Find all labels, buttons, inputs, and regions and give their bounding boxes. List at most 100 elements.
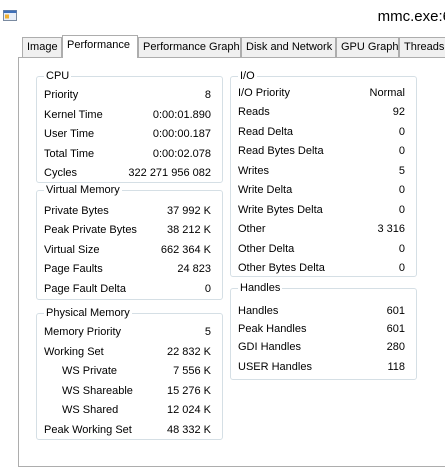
- row-value: 280: [386, 341, 405, 353]
- cpu-row-cycles: Cycles 322 271 956 082: [37, 166, 222, 180]
- row-label: User Time: [44, 128, 95, 140]
- row-value: 7 556 K: [173, 365, 211, 377]
- row-label: Virtual Size: [44, 244, 100, 256]
- io-row-other: Other 3 316: [231, 222, 416, 236]
- vm-row-private-bytes: Private Bytes 37 992 K: [37, 204, 222, 218]
- row-label: Cycles: [44, 167, 78, 179]
- io-row-other-bytes-delta: Other Bytes Delta 0: [231, 261, 416, 275]
- row-label: Working Set: [44, 346, 104, 358]
- pm-row-memory-priority: Memory Priority 5: [37, 325, 222, 339]
- vm-row-page-faults: Page Faults 24 823: [37, 262, 222, 276]
- row-label: WS Shareable: [62, 385, 133, 397]
- cpu-row-user-time: User Time 0:00:00.187: [37, 127, 222, 141]
- io-group-title: I/O: [238, 70, 257, 83]
- physical-memory-group: Physical Memory Memory Priority 5 Workin…: [36, 307, 223, 440]
- tab-image[interactable]: Image: [22, 37, 62, 57]
- tab-performance[interactable]: Performance: [62, 35, 138, 58]
- io-row-reads: Reads 92: [231, 105, 416, 119]
- row-label: WS Shared: [62, 404, 119, 416]
- row-label: I/O Priority: [238, 87, 290, 99]
- handles-row-peak-handles: Peak Handles 601: [231, 322, 416, 336]
- row-value: 22 832 K: [166, 346, 211, 358]
- pm-row-ws-private: WS Private 7 556 K: [37, 364, 222, 378]
- virtual-memory-group: Virtual Memory Private Bytes 37 992 K Pe…: [36, 184, 223, 300]
- row-label: Priority: [44, 89, 79, 101]
- io-row-writes: Writes 5: [231, 164, 416, 178]
- row-value: 0:00:00.187: [152, 128, 211, 140]
- pm-row-ws-shared: WS Shared 12 024 K: [37, 403, 222, 417]
- row-value: 0: [398, 204, 405, 216]
- handles-group-title: Handles: [238, 282, 283, 295]
- pm-row-peak-working-set: Peak Working Set 48 332 K: [37, 423, 222, 437]
- window-title: mmc.exe:6: [377, 8, 445, 25]
- row-value: 92: [392, 106, 405, 118]
- row-label: Write Delta: [238, 184, 293, 196]
- io-row-write-bytes-delta: Write Bytes Delta 0: [231, 203, 416, 217]
- cpu-group-title: CPU: [44, 70, 72, 83]
- row-value: 0: [204, 283, 211, 295]
- physical-memory-group-title: Physical Memory: [44, 307, 132, 320]
- title-bar[interactable]: mmc.exe:6: [0, 0, 445, 34]
- row-value: 0: [398, 126, 405, 138]
- row-label: Write Bytes Delta: [238, 204, 323, 216]
- virtual-memory-group-title: Virtual Memory: [44, 184, 122, 197]
- row-label: Writes: [238, 165, 269, 177]
- row-value: 48 332 K: [166, 424, 211, 436]
- tab-performance-graph[interactable]: Performance Graph: [138, 37, 241, 57]
- vm-row-virtual-size: Virtual Size 662 364 K: [37, 243, 222, 257]
- vm-row-page-fault-delta: Page Fault Delta 0: [37, 282, 222, 296]
- row-label: Other Bytes Delta: [238, 262, 325, 274]
- cpu-group: CPU Priority 8 Kernel Time 0:00:01.890 U…: [36, 70, 223, 183]
- row-label: WS Private: [62, 365, 118, 377]
- row-label: Other: [238, 223, 266, 235]
- row-value: 0:00:01.890: [152, 109, 211, 121]
- tab-gpu-graph[interactable]: GPU Graph: [336, 37, 399, 57]
- row-label: Page Faults: [44, 263, 103, 275]
- row-value: 12 024 K: [166, 404, 211, 416]
- row-label: Peak Working Set: [44, 424, 132, 436]
- row-value: 662 364 K: [160, 244, 211, 256]
- pm-row-ws-shareable: WS Shareable 15 276 K: [37, 384, 222, 398]
- io-row-read-delta: Read Delta 0: [231, 125, 416, 139]
- row-value: 0:00:02.078: [152, 148, 211, 160]
- row-value: 38 212 K: [166, 224, 211, 236]
- row-value: 118: [387, 361, 405, 373]
- row-label: USER Handles: [238, 361, 312, 373]
- row-value: 322 271 956 082: [128, 167, 211, 179]
- row-value: 601: [386, 323, 405, 335]
- handles-row-handles: Handles 601: [231, 304, 416, 318]
- row-label: Peak Private Bytes: [44, 224, 137, 236]
- row-label: Kernel Time: [44, 109, 103, 121]
- row-value: 37 992 K: [166, 205, 211, 217]
- row-value: 601: [386, 305, 405, 317]
- row-value: Normal: [369, 87, 405, 99]
- handles-group: Handles Handles 601 Peak Handles 601 GDI…: [230, 282, 417, 380]
- row-label: Peak Handles: [238, 323, 307, 335]
- io-row-io-priority: I/O Priority Normal: [231, 86, 416, 100]
- row-value: 5: [204, 326, 211, 338]
- cpu-row-kernel-time: Kernel Time 0:00:01.890: [37, 108, 222, 122]
- pm-row-working-set: Working Set 22 832 K: [37, 345, 222, 359]
- io-row-write-delta: Write Delta 0: [231, 183, 416, 197]
- row-label: Private Bytes: [44, 205, 109, 217]
- row-value: 5: [398, 165, 405, 177]
- row-label: Read Delta: [238, 126, 294, 138]
- tab-strip: Image Performance Performance Graph Disk…: [0, 34, 445, 58]
- row-label: Page Fault Delta: [44, 283, 126, 295]
- cpu-row-total-time: Total Time 0:00:02.078: [37, 147, 222, 161]
- row-label: Memory Priority: [44, 326, 122, 338]
- row-value: 0: [398, 145, 405, 157]
- io-group: I/O I/O Priority Normal Reads 92 Read De…: [230, 70, 417, 277]
- tab-threads[interactable]: Threads: [399, 37, 445, 57]
- tab-disk-and-network[interactable]: Disk and Network: [241, 37, 336, 57]
- row-value: 3 316: [377, 223, 405, 235]
- row-label: Handles: [238, 305, 279, 317]
- row-value: 15 276 K: [166, 385, 211, 397]
- row-label: Total Time: [44, 148, 95, 160]
- row-value: 0: [398, 243, 405, 255]
- row-label: GDI Handles: [238, 341, 301, 353]
- row-value: 24 823: [177, 263, 211, 275]
- handles-row-gdi-handles: GDI Handles 280: [231, 340, 416, 354]
- row-label: Reads: [238, 106, 270, 118]
- app-icon: [3, 10, 17, 21]
